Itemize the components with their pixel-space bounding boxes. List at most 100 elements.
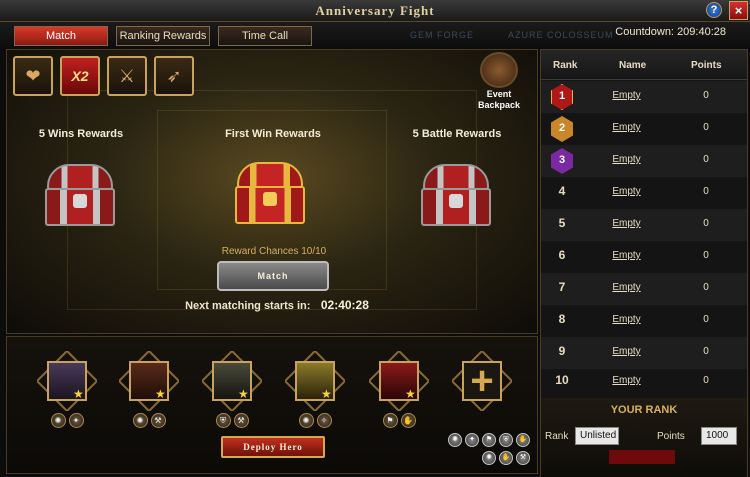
ranking-panel: Rank Name Points 1 Empty 0 2 Empty 0 3 E… bbox=[540, 49, 748, 477]
hero-skills: ⚑ ✋ bbox=[379, 413, 419, 428]
player-points: 0 bbox=[703, 375, 709, 386]
speed-boot-icon[interactable]: ➶ bbox=[154, 56, 194, 96]
event-backpack-button[interactable]: Event Backpack bbox=[469, 52, 529, 110]
countdown-label: Countdown: bbox=[615, 26, 674, 38]
player-points: 0 bbox=[703, 346, 709, 357]
filter-icon[interactable]: ✺ bbox=[482, 451, 496, 465]
player-points: 0 bbox=[703, 282, 709, 293]
hero-slot-4[interactable]: ★ ✺ ✧ bbox=[285, 351, 345, 428]
player-name-link[interactable]: Empty bbox=[599, 375, 654, 386]
player-name-link[interactable]: Empty bbox=[599, 90, 654, 101]
next-match-label: Next matching starts in: bbox=[185, 300, 311, 312]
player-name-link[interactable]: Empty bbox=[599, 314, 654, 325]
skill-icon[interactable]: ⚑ bbox=[382, 413, 398, 428]
rank-row: 7 Empty 0 bbox=[541, 273, 747, 305]
player-name-link[interactable]: Empty bbox=[599, 218, 654, 229]
player-name-link[interactable]: Empty bbox=[599, 282, 654, 293]
rank-number: 4 bbox=[558, 184, 566, 198]
player-name-link[interactable]: Empty bbox=[599, 186, 654, 197]
hero-skills: ⛨ ⚒ bbox=[212, 413, 252, 428]
skill-icon[interactable]: ✺ bbox=[298, 413, 314, 428]
rank-row: 9 Empty 0 bbox=[541, 337, 747, 369]
skill-icon[interactable]: ✺ bbox=[132, 413, 148, 428]
match-button[interactable]: Match bbox=[217, 261, 329, 291]
player-points: 0 bbox=[703, 154, 709, 165]
filter-icon[interactable]: ✦ bbox=[465, 433, 479, 447]
star-icon: ★ bbox=[155, 387, 166, 401]
name-column-header: Name bbox=[619, 60, 647, 71]
star-icon: ★ bbox=[73, 387, 84, 401]
heart-icon[interactable]: ❤ bbox=[13, 56, 53, 96]
your-rank-title: YOUR RANK bbox=[610, 404, 678, 416]
watermark-gem-forge: GEM FORGE bbox=[410, 30, 475, 40]
chest-first-win[interactable] bbox=[235, 162, 305, 224]
skill-icon[interactable]: ⚒ bbox=[233, 413, 249, 428]
watermark-colosseum: AZURE COLOSSEUM bbox=[508, 30, 614, 40]
skill-icon[interactable]: ⚒ bbox=[150, 413, 166, 428]
rank-row: 10 Empty 0 bbox=[541, 366, 747, 398]
filter-icon[interactable]: ⛨ bbox=[499, 433, 513, 447]
buff-glyph: ⚔ bbox=[118, 65, 136, 86]
reward-title-5-wins: 5 Wins Rewards bbox=[38, 128, 124, 140]
rank-number: 1 bbox=[558, 90, 566, 102]
rank-number: 10 bbox=[555, 373, 569, 387]
rank-row: 1 Empty 0 bbox=[541, 81, 747, 113]
rank-number: 9 bbox=[558, 344, 566, 358]
your-rank-label: Rank bbox=[545, 431, 569, 442]
hero-slot-5[interactable]: ★ ⚑ ✋ bbox=[369, 351, 429, 428]
filter-icon[interactable]: ⚒ bbox=[516, 451, 530, 465]
buff-glyph: ➶ bbox=[166, 65, 182, 86]
chest-5-wins[interactable] bbox=[45, 164, 115, 226]
reward-title-5-battle: 5 Battle Rewards bbox=[412, 128, 502, 140]
rank-row: 5 Empty 0 bbox=[541, 209, 747, 241]
hero-skills: ✺ ✧ bbox=[295, 413, 335, 428]
skill-icon[interactable]: ✋ bbox=[400, 413, 416, 428]
rank-medal-icon: 3 bbox=[551, 148, 573, 174]
next-match-row: Next matching starts in: 02:40:28 bbox=[117, 296, 437, 314]
rank-row: 2 Empty 0 bbox=[541, 113, 747, 145]
skill-icon[interactable]: ✺ bbox=[50, 413, 66, 428]
rank-row: 8 Empty 0 bbox=[541, 305, 747, 337]
add-hero-slot[interactable]: + bbox=[452, 351, 512, 411]
filter-icon[interactable]: ✺ bbox=[448, 433, 462, 447]
filter-icon[interactable]: ✋ bbox=[516, 433, 530, 447]
countdown-value: 209:40:28 bbox=[677, 26, 726, 38]
sword-icon[interactable]: ⚔ bbox=[107, 56, 147, 96]
filter-icon[interactable]: ⚑ bbox=[482, 433, 496, 447]
close-button[interactable]: × bbox=[729, 1, 748, 20]
skill-icon[interactable]: ✧ bbox=[316, 413, 332, 428]
chest-5-battle[interactable] bbox=[421, 164, 491, 226]
player-points: 0 bbox=[703, 122, 709, 133]
x2-icon[interactable]: X2 bbox=[60, 56, 100, 96]
filter-icon[interactable]: ✋ bbox=[499, 451, 513, 465]
player-name-link[interactable]: Empty bbox=[599, 250, 654, 261]
backpack-label-line1: Event bbox=[486, 89, 512, 99]
hero-slot-1[interactable]: ★ ✺ ✦ bbox=[37, 351, 97, 428]
tab-ranking-rewards[interactable]: Ranking Rewards bbox=[116, 26, 210, 46]
player-points: 0 bbox=[703, 90, 709, 101]
player-points: 0 bbox=[703, 250, 709, 261]
tab-time-call[interactable]: Time Call bbox=[218, 26, 312, 46]
add-hero-frame: + bbox=[462, 361, 502, 401]
player-points: 0 bbox=[703, 314, 709, 325]
tab-match[interactable]: Match bbox=[14, 26, 108, 46]
backpack-label-line2: Backpack bbox=[477, 100, 521, 110]
skill-icon[interactable]: ✦ bbox=[68, 413, 84, 428]
rank-row: 4 Empty 0 bbox=[541, 177, 747, 209]
title-bar: Anniversary Fight ? × bbox=[0, 0, 750, 22]
plus-icon: + bbox=[470, 359, 494, 403]
player-name-link[interactable]: Empty bbox=[599, 346, 654, 357]
rank-medal-icon: 2 bbox=[551, 116, 573, 142]
skill-icon[interactable]: ⛨ bbox=[215, 413, 231, 428]
hero-slot-2[interactable]: ★ ✺ ⚒ bbox=[119, 351, 179, 428]
rank-number: 7 bbox=[558, 280, 566, 294]
player-name-link[interactable]: Empty bbox=[599, 154, 654, 165]
player-name-link[interactable]: Empty bbox=[599, 122, 654, 133]
backpack-icon bbox=[480, 52, 518, 88]
hero-slot-3[interactable]: ★ ⛨ ⚒ bbox=[202, 351, 262, 428]
rank-number: 8 bbox=[558, 312, 566, 326]
reward-title-first-win: First Win Rewards bbox=[225, 128, 321, 140]
help-button[interactable]: ? bbox=[706, 2, 722, 18]
star-icon: ★ bbox=[238, 387, 249, 401]
deploy-hero-button[interactable]: Deploy Hero bbox=[221, 436, 325, 458]
